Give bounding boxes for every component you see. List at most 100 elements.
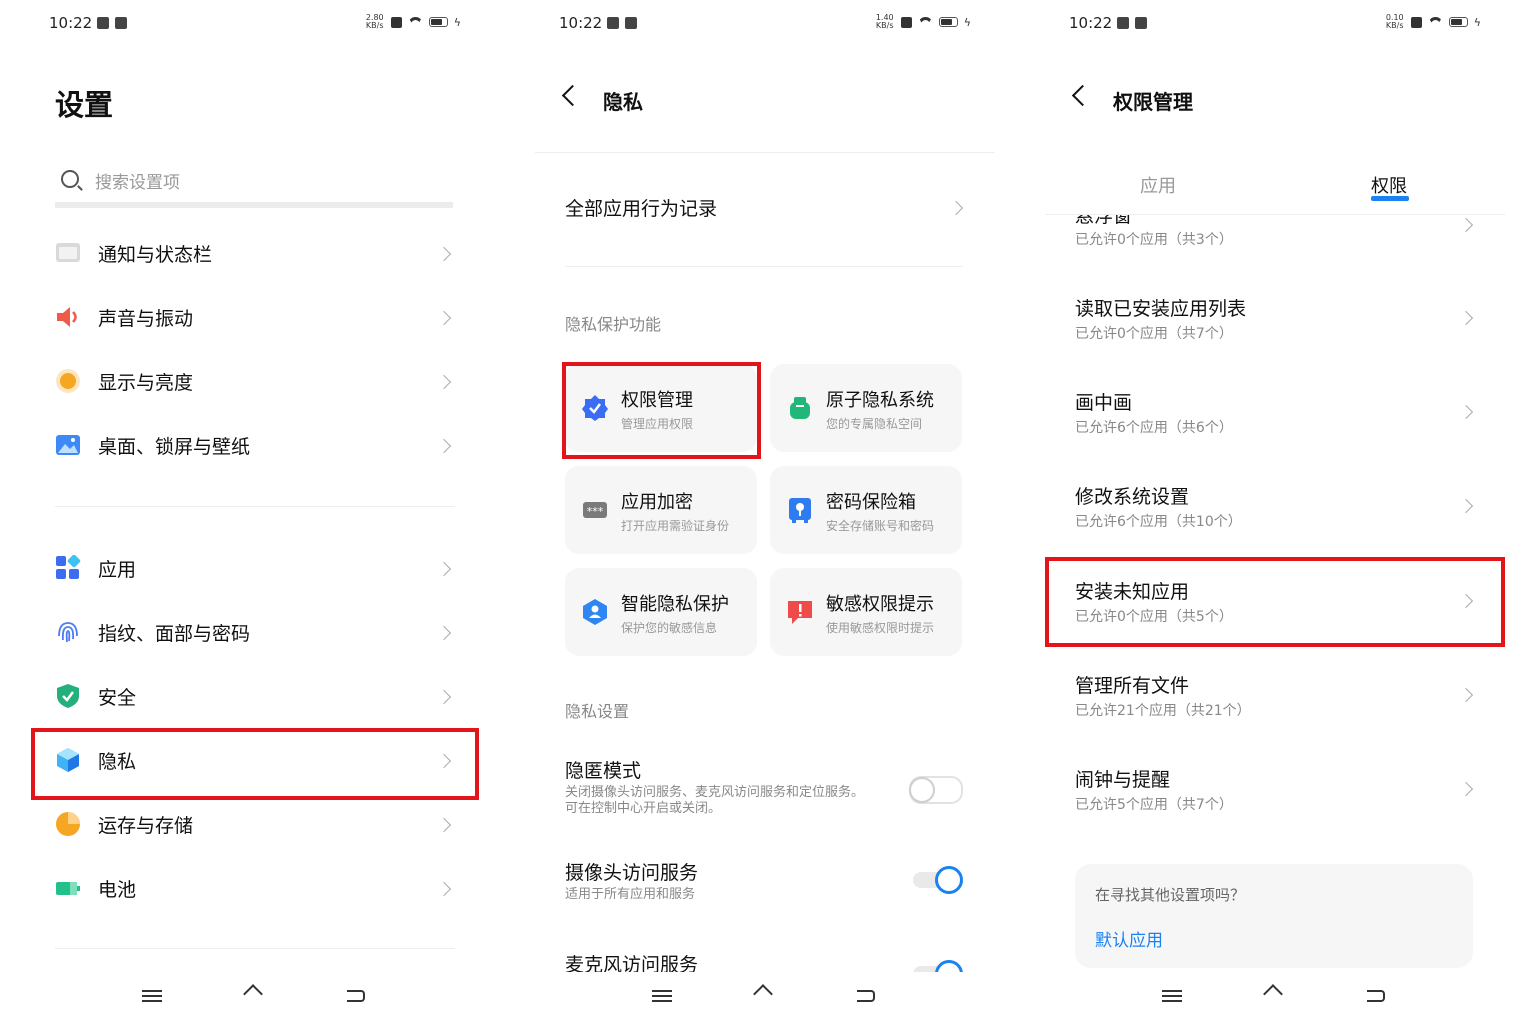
fingerprint-icon	[55, 619, 81, 645]
back-icon[interactable]	[561, 84, 584, 107]
back-nav-icon[interactable]	[1367, 990, 1385, 1002]
back-nav-icon[interactable]	[347, 990, 365, 1002]
sim-icon	[900, 16, 912, 28]
menu-nav-icon[interactable]	[142, 990, 162, 1002]
page-title: 设置	[55, 88, 114, 122]
clipped-row: 麦克风访问服务	[535, 942, 995, 972]
wifi-icon	[918, 17, 933, 28]
card-password-safe[interactable]: 密码保险箱 安全存储账号和密码	[770, 466, 962, 554]
battery-icon	[55, 875, 81, 901]
menu-nav-icon[interactable]	[1162, 990, 1182, 1002]
card-title: 应用加密	[621, 492, 693, 513]
wifi-icon	[1428, 17, 1443, 28]
card-smart-privacy[interactable]: 智能隐私保护 保护您的敏感信息	[565, 568, 757, 656]
network-speed: 0.10 KB/s	[1385, 13, 1404, 30]
app-lock-icon: ***	[581, 496, 609, 524]
permission-item-manage-files[interactable]: 管理所有文件 已允许21个应用（共21个）	[1045, 669, 1505, 729]
status-indicators: 0.10 KB/s ϟ	[1385, 14, 1481, 30]
status-indicators: 1.40 KB/s ϟ	[875, 14, 971, 30]
search-input[interactable]: 搜索设置项	[55, 160, 453, 208]
permission-item-partial[interactable]: 悬浮窗 已允许0个应用（共3个）	[1045, 215, 1505, 255]
permission-subtitle: 已允许5个应用（共7个）	[1075, 797, 1233, 813]
card-subtitle: 保护您的敏感信息	[621, 621, 718, 635]
card-title: 智能隐私保护	[621, 594, 729, 615]
home-nav-icon[interactable]	[1264, 987, 1282, 1001]
settings-item-label: 运存与存储	[98, 815, 194, 837]
card-subtitle: 打开应用需验证身份	[621, 519, 730, 533]
status-time: 10:22	[49, 14, 93, 32]
help-card: 在寻找其他设置项吗？ 默认应用	[1075, 864, 1473, 968]
menu-nav-icon[interactable]	[652, 990, 672, 1002]
chevron-right-icon	[436, 310, 452, 326]
tab-apps[interactable]: 应用	[1140, 172, 1176, 198]
tab-permissions[interactable]: 权限	[1371, 172, 1407, 198]
setting-title: 隐匿模式	[565, 760, 642, 782]
settings-item-label: 安全	[98, 687, 137, 709]
settings-item-storage[interactable]: 运存与存储	[55, 803, 455, 847]
charging-icon: ϟ	[1473, 15, 1481, 29]
divider	[55, 948, 455, 949]
permission-item-modify-settings[interactable]: 修改系统设置 已允许6个应用（共10个）	[1045, 480, 1505, 540]
battery-status-icon	[1448, 17, 1468, 27]
network-speed: 2.80 KB/s	[365, 13, 384, 30]
notification-icon	[607, 17, 619, 29]
page-title: 权限管理	[1113, 90, 1193, 114]
permission-item-pip[interactable]: 画中画 已允许6个应用（共6个）	[1045, 386, 1505, 446]
settings-item-label: 声音与振动	[98, 308, 194, 330]
card-title: 原子隐私系统	[826, 390, 934, 411]
highlight-privacy	[31, 728, 479, 800]
active-tab-indicator	[1371, 196, 1409, 201]
settings-item-battery[interactable]: 电池	[55, 867, 455, 911]
permission-title: 画中画	[1075, 392, 1133, 414]
card-title: 敏感权限提示	[826, 594, 934, 615]
permission-subtitle: 已允许21个应用（共21个）	[1075, 703, 1251, 719]
settings-item-label: 显示与亮度	[98, 372, 194, 394]
storage-pie-icon	[55, 811, 81, 837]
home-nav-icon[interactable]	[754, 987, 772, 1001]
page-title: 隐私	[603, 90, 643, 114]
chevron-right-icon	[436, 625, 452, 641]
settings-panel: 10:22 2.80 KB/s ϟ 设置 搜索设置项 通知与状态栏 声音与振动 显…	[25, 0, 485, 1024]
card-app-encryption[interactable]: *** 应用加密 打开应用需验证身份	[565, 466, 757, 554]
settings-item-display[interactable]: 显示与亮度	[55, 360, 455, 404]
settings-item-notifications[interactable]: 通知与状态栏	[55, 232, 455, 276]
card-subtitle: 安全存储账号和密码	[826, 519, 935, 533]
incognito-toggle[interactable]	[909, 776, 963, 804]
permission-item-alarms[interactable]: 闹钟与提醒 已允许5个应用（共7个）	[1045, 763, 1505, 823]
back-nav-icon[interactable]	[857, 990, 875, 1002]
chevron-right-icon	[1458, 404, 1474, 420]
settings-item-security[interactable]: 安全	[55, 675, 455, 719]
notification-icon	[115, 17, 127, 29]
chevron-right-icon	[1458, 687, 1474, 703]
notification-icon	[625, 17, 637, 29]
permission-title: 管理所有文件	[1075, 675, 1190, 697]
home-nav-icon[interactable]	[244, 987, 262, 1001]
chevron-right-icon	[1458, 498, 1474, 514]
highlight-install-unknown	[1045, 557, 1505, 647]
back-icon[interactable]	[1071, 84, 1094, 107]
card-sensitive-permission[interactable]: 敏感权限提示 使用敏感权限时提示	[770, 568, 962, 656]
camera-toggle[interactable]	[913, 866, 963, 894]
card-atom-privacy[interactable]: 原子隐私系统 您的专属隐私空间	[770, 364, 962, 452]
permission-panel: 10:22 0.10 KB/s ϟ 权限管理 应用 权限 悬浮窗 已允许0个应用（…	[1045, 0, 1505, 1024]
setting-title: 摄像头访问服务	[565, 862, 699, 884]
permission-subtitle: 已允许6个应用（共6个）	[1075, 420, 1233, 436]
default-apps-link[interactable]: 默认应用	[1095, 926, 1163, 951]
permission-subtitle: 已允许0个应用（共7个）	[1075, 326, 1233, 342]
permission-item-installed-apps[interactable]: 读取已安装应用列表 已允许0个应用（共7个）	[1045, 292, 1505, 352]
settings-item-fingerprint[interactable]: 指纹、面部与密码	[55, 611, 455, 655]
permission-subtitle: 已允许0个应用（共3个）	[1075, 232, 1233, 248]
all-app-activity-item[interactable]: 全部应用行为记录	[565, 194, 717, 221]
permission-title: 悬浮窗	[1075, 215, 1133, 227]
card-title: 密码保险箱	[826, 492, 916, 513]
settings-item-label: 通知与状态栏	[98, 244, 213, 266]
card-subtitle: 使用敏感权限时提示	[826, 621, 935, 635]
settings-item-sound[interactable]: 声音与振动	[55, 296, 455, 340]
section-header: 隐私保护功能	[565, 315, 662, 334]
settings-item-apps[interactable]: 应用	[55, 547, 455, 591]
atom-privacy-icon	[786, 394, 814, 422]
settings-item-wallpaper[interactable]: 桌面、锁屏与壁纸	[55, 424, 455, 468]
toggle-knob	[909, 777, 935, 803]
chevron-right-icon	[948, 200, 964, 216]
wifi-icon	[408, 17, 423, 28]
